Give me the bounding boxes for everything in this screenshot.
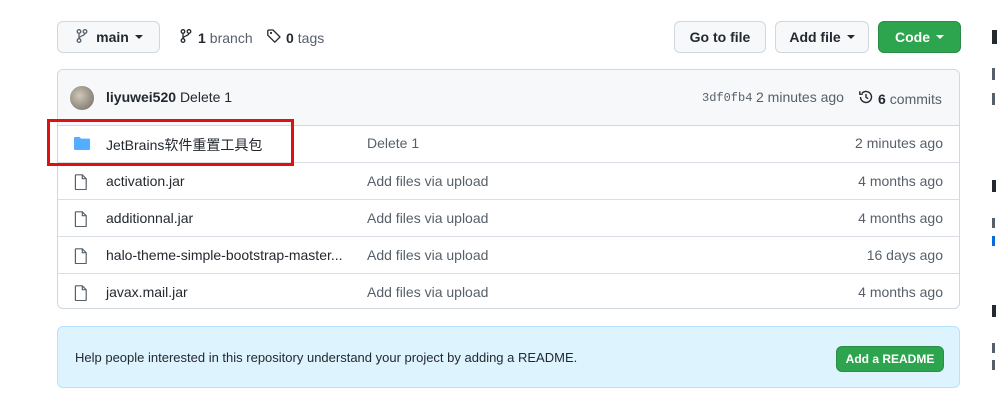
file-time: 4 months ago	[858, 173, 943, 189]
file-name[interactable]: javax.mail.jar	[106, 284, 188, 300]
commits-label: commits	[889, 90, 942, 107]
file-time: 16 days ago	[866, 247, 943, 263]
chevron-down-icon	[936, 35, 944, 39]
file-commit-message[interactable]: Add files via upload	[367, 173, 488, 189]
branch-label: branch	[209, 29, 253, 46]
file-name[interactable]: activation.jar	[106, 173, 185, 189]
file-icon	[74, 211, 88, 230]
go-to-file-label: Go to file	[689, 29, 751, 45]
branch-count: 1	[198, 29, 206, 46]
branch-icon	[178, 28, 194, 47]
add-file-label: Add file	[789, 29, 841, 45]
file-commit-message[interactable]: Add files via upload	[367, 284, 488, 300]
chevron-down-icon	[846, 35, 855, 39]
tags-link[interactable]: 0 tags	[266, 28, 324, 47]
file-time: 2 minutes ago	[855, 135, 943, 151]
file-browser: liyuwei520 Delete 1 3df0fb4 2 minutes ag…	[57, 69, 960, 309]
file-row[interactable]: halo-theme-simple-bootstrap-master... Ad…	[58, 236, 959, 273]
readme-banner: Help people interested in this repositor…	[57, 326, 960, 388]
branch-select-label: main	[96, 29, 129, 45]
file-time: 4 months ago	[858, 284, 943, 300]
file-name[interactable]: halo-theme-simple-bootstrap-master...	[106, 247, 343, 263]
commit-author[interactable]: liyuwei520	[106, 89, 176, 105]
tag-label: tags	[297, 29, 325, 46]
commit-sha[interactable]: 3df0fb4	[702, 91, 752, 105]
commits-link[interactable]: 6 commits	[858, 89, 942, 108]
code-button[interactable]: Code	[878, 21, 961, 53]
file-time: 4 months ago	[858, 210, 943, 226]
add-readme-button[interactable]: Add a README	[836, 346, 944, 372]
file-icon	[74, 174, 88, 193]
file-commit-message[interactable]: Delete 1	[367, 135, 419, 151]
readme-banner-text: Help people interested in this repositor…	[75, 350, 578, 365]
tag-count: 0	[286, 29, 294, 46]
commit-time: 2 minutes ago	[756, 89, 844, 105]
history-icon	[858, 89, 874, 108]
sidebar-edge	[992, 30, 997, 370]
chevron-down-icon	[134, 35, 143, 39]
branches-link[interactable]: 1 branch	[178, 28, 253, 47]
go-to-file-button[interactable]: Go to file	[674, 21, 766, 53]
highlight-annotation	[47, 119, 294, 166]
file-row[interactable]: activation.jar Add files via upload 4 mo…	[58, 162, 959, 199]
latest-commit-bar: liyuwei520 Delete 1 3df0fb4 2 minutes ag…	[58, 70, 959, 126]
commit-message[interactable]: Delete 1	[180, 89, 232, 105]
avatar[interactable]	[70, 86, 94, 110]
commits-count: 6	[878, 90, 886, 107]
file-commit-message[interactable]: Add files via upload	[367, 210, 488, 226]
file-row[interactable]: additionnal.jar Add files via upload 4 m…	[58, 199, 959, 236]
file-row[interactable]: javax.mail.jar Add files via upload 4 mo…	[58, 273, 959, 308]
tag-icon	[266, 28, 282, 47]
code-label: Code	[895, 29, 930, 45]
file-commit-message[interactable]: Add files via upload	[367, 247, 488, 263]
branch-icon	[74, 28, 90, 47]
branch-select-button[interactable]: main	[57, 21, 160, 53]
file-name[interactable]: additionnal.jar	[106, 210, 193, 226]
add-file-button[interactable]: Add file	[775, 21, 869, 53]
commit-summary: liyuwei520 Delete 1	[106, 89, 232, 105]
file-icon	[74, 248, 88, 267]
file-icon	[74, 285, 88, 304]
